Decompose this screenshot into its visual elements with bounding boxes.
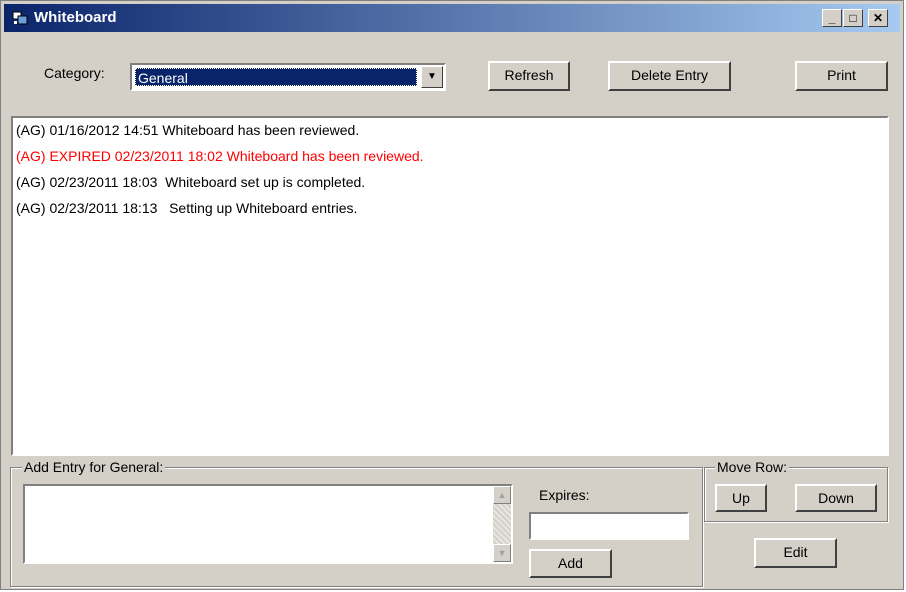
add-entry-legend: Add Entry for General: (22, 459, 166, 475)
whiteboard-entry-list[interactable]: (AG) 01/16/2012 14:51 Whiteboard has bee… (11, 116, 889, 456)
maximize-button[interactable]: □ (843, 9, 863, 27)
whiteboard-window: Whiteboard _ □ ✕ Category: General ▼ Ref… (0, 0, 904, 590)
whiteboard-app-icon (12, 11, 28, 25)
scroll-up-icon[interactable]: ▲ (493, 486, 511, 504)
minimize-button[interactable]: _ (822, 9, 842, 27)
category-label: Category: (44, 65, 105, 81)
entry-text-area[interactable]: ▲ ▼ (23, 484, 513, 564)
edit-button[interactable]: Edit (754, 538, 837, 568)
move-row-legend: Move Row: (715, 459, 790, 475)
close-button[interactable]: ✕ (868, 9, 888, 27)
title-bar[interactable]: Whiteboard _ □ ✕ (4, 4, 900, 32)
move-down-button[interactable]: Down (795, 484, 877, 512)
entry-scrollbar[interactable]: ▲ ▼ (493, 486, 511, 562)
refresh-button[interactable]: Refresh (488, 61, 570, 91)
chevron-down-icon[interactable]: ▼ (421, 66, 443, 88)
move-up-button[interactable]: Up (715, 484, 767, 512)
add-button[interactable]: Add (529, 549, 612, 578)
window-title: Whiteboard (34, 9, 117, 26)
category-select[interactable]: General ▼ (130, 63, 446, 91)
scroll-down-icon[interactable]: ▼ (493, 544, 511, 562)
list-item[interactable]: (AG) 01/16/2012 14:51 Whiteboard has bee… (16, 122, 359, 138)
list-item[interactable]: (AG) EXPIRED 02/23/2011 18:02 Whiteboard… (16, 148, 424, 164)
list-item[interactable]: (AG) 02/23/2011 18:03 Whiteboard set up … (16, 174, 365, 190)
list-item[interactable]: (AG) 02/23/2011 18:13 Setting up Whitebo… (16, 200, 357, 216)
print-button[interactable]: Print (795, 61, 888, 91)
category-selected-value: General (135, 68, 417, 86)
expires-input[interactable] (529, 512, 689, 540)
expires-label: Expires: (539, 487, 590, 503)
delete-entry-button[interactable]: Delete Entry (608, 61, 731, 91)
